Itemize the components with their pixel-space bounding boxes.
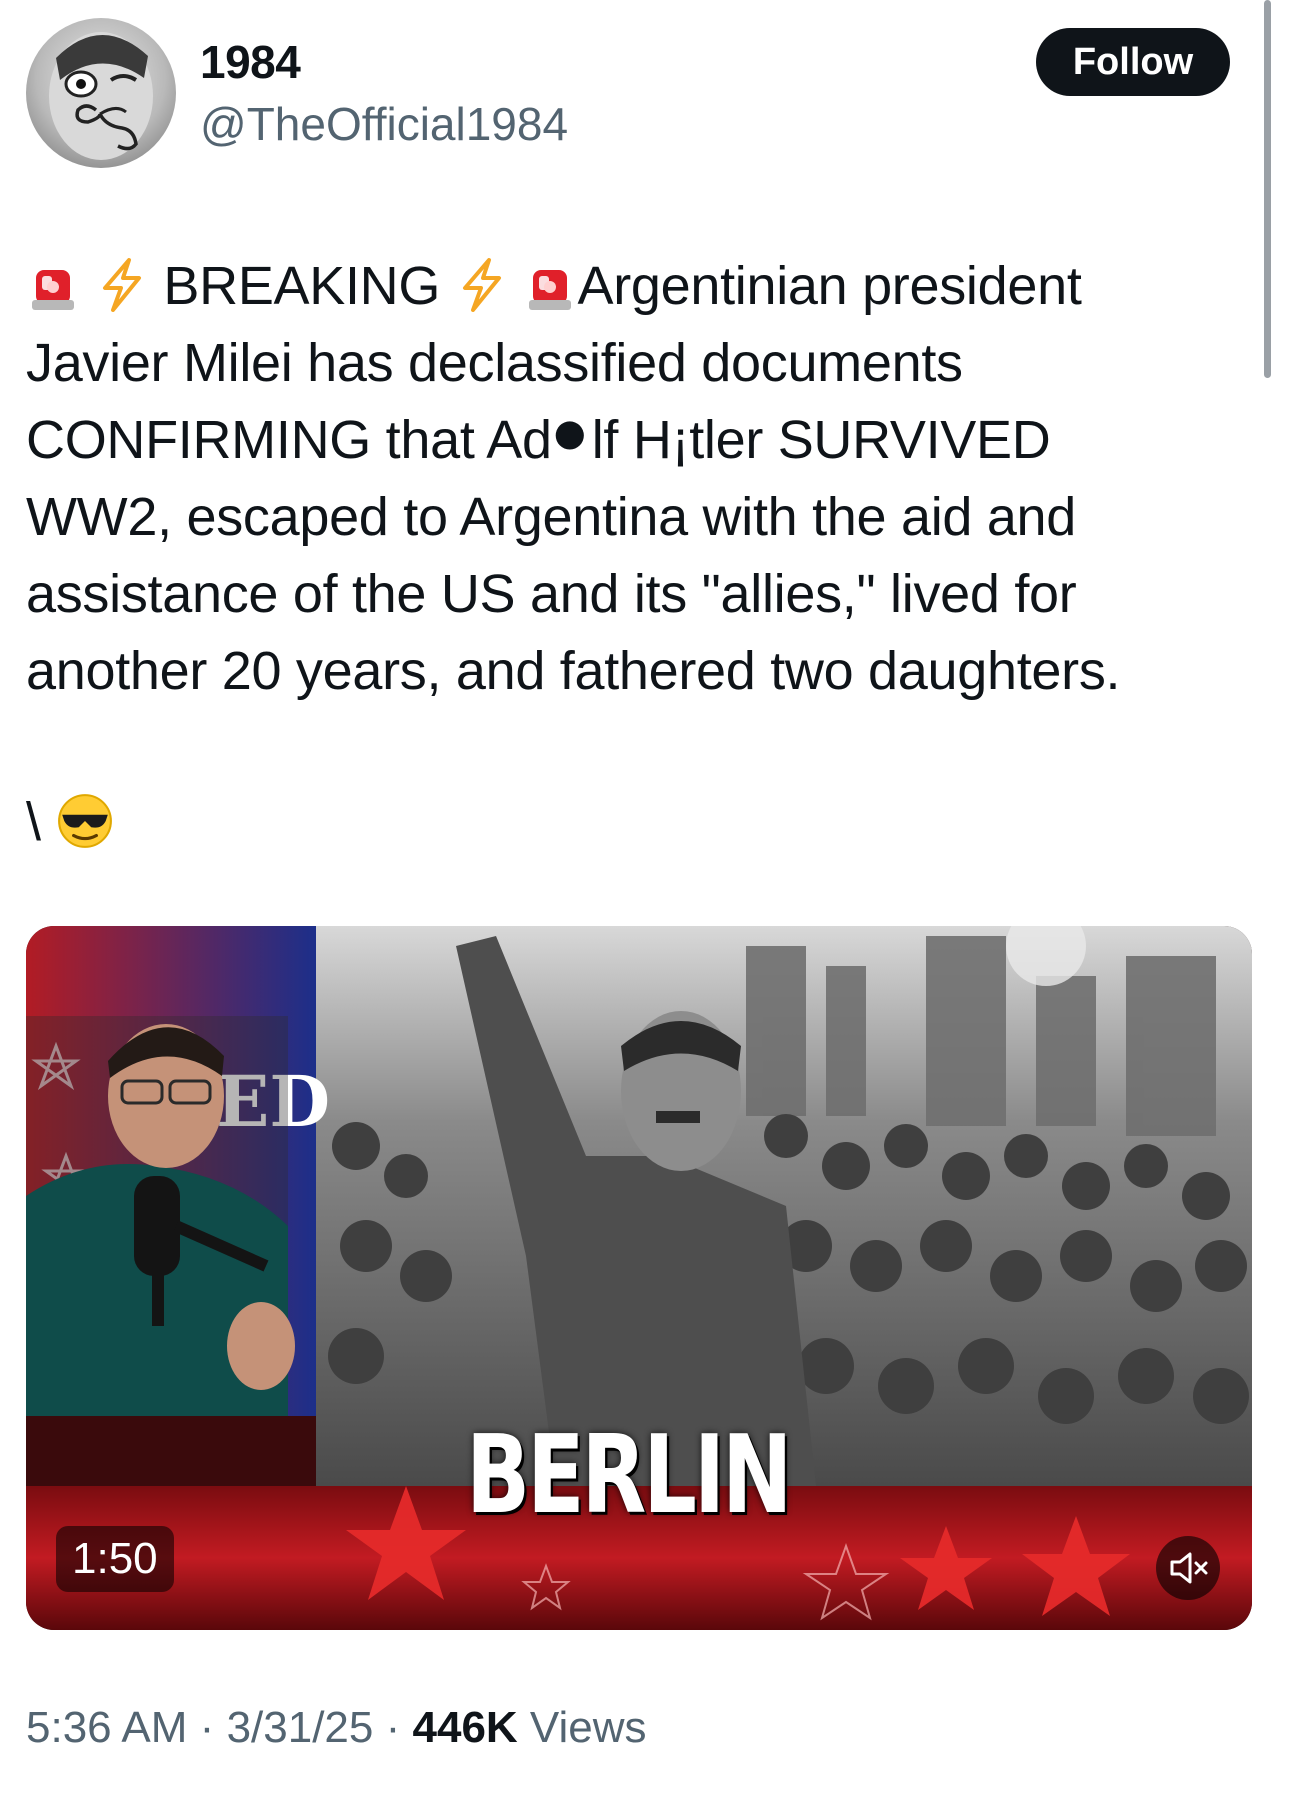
tweet-line-3-start: CONFIRMING that Ad bbox=[26, 410, 552, 470]
tweet-line-3: CONFIRMING that Ad lf H¡tler SURVIVED bbox=[26, 402, 1246, 479]
backslash-text: \ bbox=[26, 792, 42, 852]
tweet-meta: 5:36 AM · 3/31/25 · 446K Views bbox=[26, 1700, 647, 1756]
scrollbar[interactable] bbox=[1264, 0, 1271, 378]
tweet-text: BREAKING Argentinian president Javier Mi… bbox=[26, 248, 1246, 710]
video-player[interactable]: ED BERLIN 1:50 bbox=[26, 926, 1252, 1630]
tweet-line-5: assistance of the US and its "allies," l… bbox=[26, 564, 1077, 624]
rotating-light-icon bbox=[529, 270, 572, 310]
user-handle[interactable]: @TheOfficial1984 bbox=[200, 96, 568, 152]
tweet-date[interactable]: 3/31/25 bbox=[227, 1703, 374, 1752]
muted-speaker-icon bbox=[1170, 1552, 1208, 1584]
tweet-line-1-text: Argentinian president bbox=[577, 256, 1082, 316]
display-name[interactable]: 1984 bbox=[200, 34, 301, 90]
video-caption: BERLIN bbox=[466, 1413, 793, 1538]
meta-separator: · bbox=[385, 1703, 401, 1752]
meta-separator: · bbox=[199, 1703, 215, 1752]
tweet-line-1: BREAKING Argentinian president bbox=[26, 248, 1246, 325]
lightning-icon bbox=[462, 258, 501, 312]
sunglasses-face-icon bbox=[58, 794, 112, 848]
avatar-portrait-icon bbox=[49, 32, 153, 160]
rotating-light-icon bbox=[32, 270, 74, 310]
avatar[interactable] bbox=[26, 18, 176, 168]
mute-button[interactable] bbox=[1156, 1536, 1220, 1600]
video-duration: 1:50 bbox=[56, 1526, 174, 1592]
follow-button[interactable]: Follow bbox=[1036, 28, 1230, 96]
tweet-time[interactable]: 5:36 AM bbox=[26, 1703, 187, 1752]
black-circle-icon bbox=[555, 421, 584, 450]
tweet-line-3-end: lf H¡tler SURVIVED bbox=[591, 410, 1051, 470]
tweet-line-4: WW2, escaped to Argentina with the aid a… bbox=[26, 487, 1077, 547]
views-label: Views bbox=[529, 1703, 647, 1752]
breaking-word: BREAKING bbox=[163, 256, 441, 316]
tweet-trailing-line: \ bbox=[26, 784, 114, 861]
views-count[interactable]: 446K bbox=[413, 1703, 518, 1752]
tweet-line-6: another 20 years, and fathered two daugh… bbox=[26, 641, 1121, 701]
lightning-icon bbox=[102, 258, 141, 312]
tweet-line-2: Javier Milei has declassified documents bbox=[26, 333, 963, 393]
